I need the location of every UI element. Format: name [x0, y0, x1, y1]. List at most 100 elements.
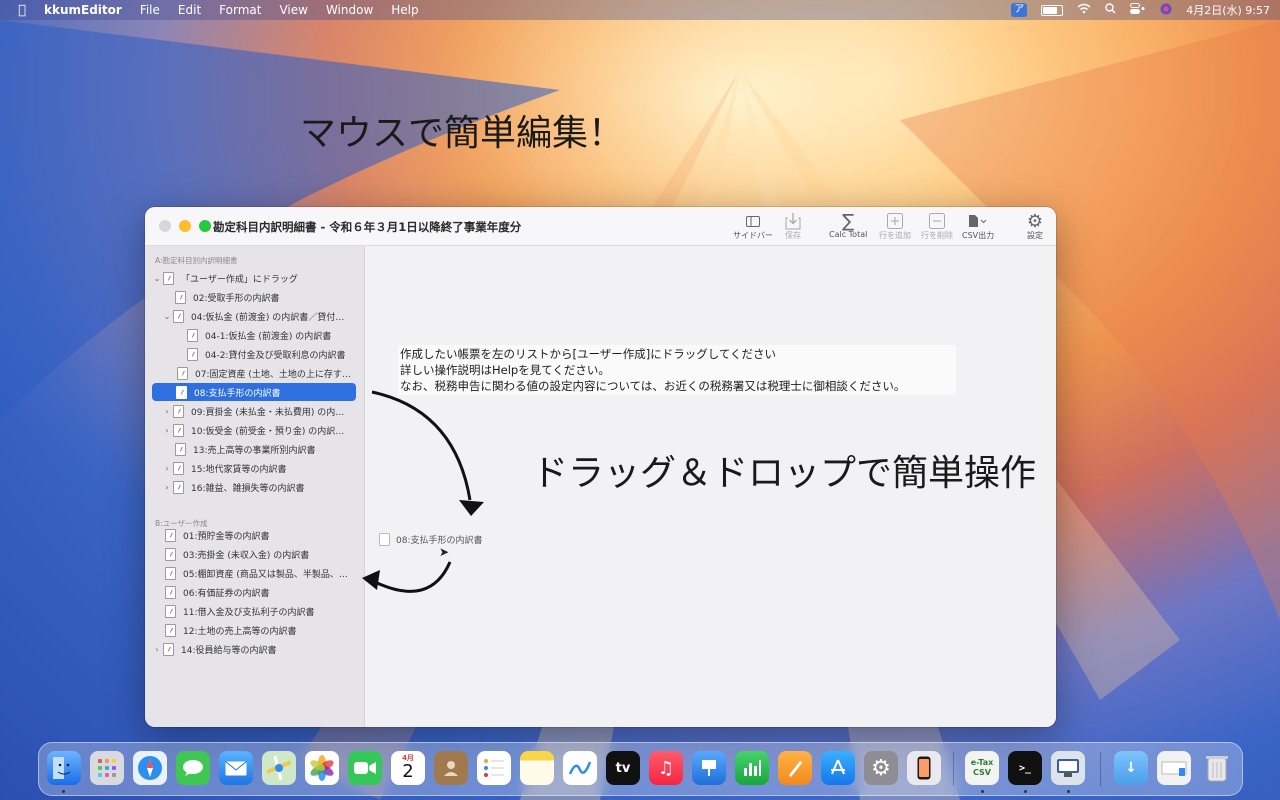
app-menu[interactable]: kkumEditor — [44, 3, 122, 17]
mail-icon[interactable] — [219, 751, 253, 785]
instruction-line: 作成したい帳票を左のリストから[ユーザー作成]にドラッグしてください — [400, 347, 777, 361]
safari-icon[interactable] — [133, 751, 167, 785]
close-button[interactable] — [159, 220, 171, 232]
calendar-day: 2 — [402, 761, 414, 782]
chevron-down-icon[interactable]: ⌄ — [151, 274, 163, 283]
keynote-icon[interactable] — [692, 751, 726, 785]
chevron-right-icon[interactable]: › — [161, 407, 173, 416]
sidebar-item[interactable]: 03:売掛金 (未収入金) の内訳書 — [165, 545, 359, 563]
music-icon[interactable]: ♫ — [649, 751, 683, 785]
document-icon — [165, 528, 176, 542]
recent-document-icon[interactable] — [1157, 751, 1191, 785]
sidebar-item-label: 14:役員給与等の内訳書 — [181, 645, 277, 656]
sidebar-item[interactable]: 01:預貯金等の内訳書 — [165, 526, 359, 544]
sidebar-item-label: 08:支払手形の内訳書 — [194, 388, 281, 399]
maps-icon[interactable] — [262, 751, 296, 785]
window-title: 勘定科目内訳明細書 - 令和６年３月1日以降終了事業年度分 — [213, 220, 522, 234]
freeform-icon[interactable] — [563, 751, 597, 785]
chevron-right-icon[interactable]: › — [161, 426, 173, 435]
etax-csv-app-icon[interactable]: e-Tax CSV — [965, 751, 999, 785]
menu-window[interactable]: Window — [326, 3, 373, 17]
photos-icon[interactable] — [305, 751, 339, 785]
window-titlebar[interactable]: 勘定科目内訳明細書 - 令和６年３月1日以降終了事業年度分 サイドバー 保存 ∑… — [145, 207, 1056, 246]
sidebar-item[interactable]: 07:固定資産 (土地、土地の上に存す… — [177, 364, 359, 382]
downloads-folder-icon[interactable]: ↓ — [1114, 751, 1148, 785]
sidebar-item[interactable]: 06:有価証券の内訳書 — [165, 583, 359, 601]
input-method-icon[interactable]: ア — [1011, 3, 1028, 17]
headline-drag-drop: ドラッグ＆ドロップで簡単操作 — [532, 453, 1037, 494]
battery-icon[interactable] — [1041, 4, 1064, 16]
toolbar-save-button[interactable]: 保存 — [782, 212, 804, 242]
sidebar-item[interactable]: 02:受取手形の内訳書 — [175, 288, 359, 306]
spotlight-search-icon[interactable] — [1105, 3, 1116, 17]
etax-csv-label: e-Tax CSV — [970, 758, 994, 777]
toolbar-add-row-button[interactable]: 行を追加 — [879, 212, 911, 242]
minimize-button[interactable] — [179, 220, 191, 232]
menu-format[interactable]: Format — [219, 3, 261, 17]
calendar-icon[interactable]: 4月 2 — [391, 751, 425, 785]
system-settings-icon[interactable]: ⚙ — [864, 751, 898, 785]
siri-icon[interactable] — [1160, 3, 1172, 18]
sidebar-item[interactable]: 05:棚卸資産 (商品又は製品、半製品、… — [165, 564, 359, 582]
terminal-prompt-icon: >_ — [1018, 762, 1032, 774]
sidebar-item[interactable]: 04-2:貸付金及び受取利息の内訳書 — [187, 345, 359, 363]
tv-label: tv — [615, 760, 631, 776]
reminders-icon[interactable] — [477, 751, 511, 785]
sidebar-item-label: 01:預貯金等の内訳書 — [183, 531, 270, 542]
sidebar-item[interactable]: › 10:仮受金 (前受金・預り金) の内訳… — [161, 421, 359, 439]
sidebar-item[interactable]: 13:売上高等の事業所別内訳書 — [175, 440, 359, 458]
pages-icon[interactable] — [778, 751, 812, 785]
toolbar-delete-row-label: 行を削除 — [921, 231, 953, 240]
terminal-icon[interactable]: >_ — [1008, 751, 1042, 785]
sidebar-item[interactable]: ⌄ 「ユーザー作成」にドラッグ — [151, 269, 359, 287]
toolbar-settings-button[interactable]: ⚙ 設定 — [1024, 211, 1046, 242]
zoom-button[interactable] — [199, 220, 211, 232]
dragging-item[interactable]: 08:支払手形の内訳書 — [379, 533, 483, 546]
chevron-down-icon[interactable]: ⌄ — [161, 312, 173, 321]
notes-icon[interactable] — [520, 751, 554, 785]
toolbar-csv-export-button[interactable]: CSV出力 — [962, 212, 994, 242]
toolbar-sidebar-button[interactable]: サイドバー — [733, 212, 773, 242]
app-store-icon[interactable] — [821, 751, 855, 785]
chevron-right-icon[interactable]: › — [151, 645, 163, 654]
menu-edit[interactable]: Edit — [178, 3, 201, 17]
launchpad-icon[interactable] — [90, 751, 124, 785]
control-center-icon[interactable] — [1130, 3, 1146, 17]
sidebar-item[interactable]: 11:借入金及び支払利子の内訳書 — [165, 602, 359, 620]
iphone-mirroring-icon[interactable] — [907, 751, 941, 785]
trash-icon[interactable] — [1200, 751, 1234, 785]
sidebar-item[interactable]: ⌄ 04:仮払金 (前渡金) の内訳書／貸付… — [161, 307, 359, 325]
sidebar-item-label: 07:固定資産 (土地、土地の上に存す… — [195, 369, 351, 380]
numbers-icon[interactable] — [735, 751, 769, 785]
sidebar-item-label: 10:仮受金 (前受金・預り金) の内訳… — [191, 426, 345, 437]
gear-icon: ⚙ — [871, 755, 891, 781]
document-icon — [187, 328, 198, 342]
toolbar-save-label: 保存 — [785, 231, 801, 240]
sidebar-item[interactable]: › 16:雑益、雑損失等の内訳書 — [161, 478, 359, 496]
toolbar-delete-row-button[interactable]: 行を削除 — [921, 212, 953, 242]
finder-icon[interactable] — [47, 751, 81, 785]
wifi-icon[interactable] — [1077, 3, 1091, 17]
menubar-clock[interactable]: 4月2日(水) 9:57 — [1186, 2, 1270, 18]
apple-tv-icon[interactable]: tv — [606, 751, 640, 785]
messages-icon[interactable] — [176, 751, 210, 785]
sidebar-item[interactable]: › 14:役員給与等の内訳書 — [151, 640, 359, 658]
apple-menu-icon[interactable]:  — [14, 3, 30, 18]
sidebar-item[interactable]: › 15:地代家賃等の内訳書 — [161, 459, 359, 477]
sidebar-item-selected[interactable]: 08:支払手形の内訳書 — [152, 383, 356, 401]
contacts-icon[interactable] — [434, 751, 468, 785]
menu-file[interactable]: File — [140, 3, 160, 17]
kkumeditor-app-icon[interactable] — [1051, 751, 1085, 785]
toolbar-calc-total-button[interactable]: ∑ Calc Total — [829, 211, 867, 242]
sidebar-section-a: A:勘定科目別内訳明細書 — [155, 256, 238, 265]
sidebar-item[interactable]: 04-1:仮払金 (前渡金) の内訳書 — [187, 326, 359, 344]
menu-bar:  kkumEditor File Edit Format View Windo… — [0, 0, 1280, 20]
chevron-right-icon[interactable]: › — [161, 464, 173, 473]
document-icon — [173, 480, 184, 494]
menu-help[interactable]: Help — [391, 3, 418, 17]
menu-view[interactable]: View — [279, 3, 307, 17]
facetime-icon[interactable] — [348, 751, 382, 785]
chevron-right-icon[interactable]: › — [161, 483, 173, 492]
sidebar-item[interactable]: › 09:買掛金 (未払金・未払費用) の内… — [161, 402, 359, 420]
sidebar-item[interactable]: 12:土地の売上高等の内訳書 — [165, 621, 359, 639]
